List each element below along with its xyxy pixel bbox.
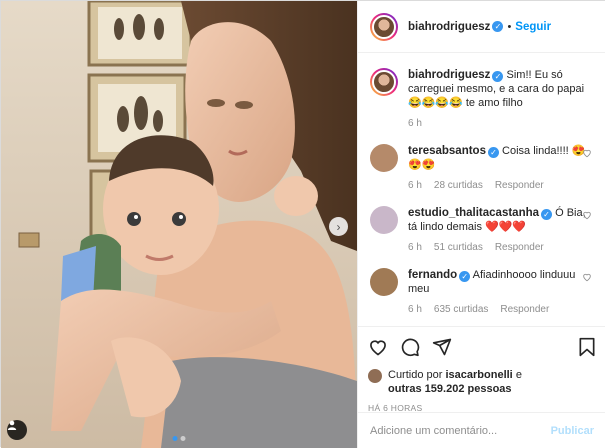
- comment-meta: 6 h 28 curtidas Responder: [408, 180, 605, 191]
- liked-by-prefix: Curtido por: [388, 369, 443, 381]
- comments-list[interactable]: biahrodriguesz ✓ Sim!! Eu só carreguei me…: [358, 54, 605, 326]
- post-sidebar: biahrodriguesz ✓ • Seguir biahrodriguesz…: [357, 1, 605, 448]
- carousel-dot-1: [172, 436, 178, 441]
- carousel-dot-2: [180, 436, 186, 441]
- comment-likes[interactable]: 28 curtidas: [434, 180, 483, 191]
- author-avatar[interactable]: [370, 12, 398, 41]
- caption-text: biahrodriguesz ✓ Sim!! Eu só carreguei me…: [408, 68, 605, 110]
- comment-item: fernando ✓ Afiadinhoooo linduuu meu 6 h 6…: [370, 268, 594, 315]
- save-bookmark-icon[interactable]: [578, 337, 596, 357]
- add-comment-bar: Publicar: [358, 412, 605, 448]
- reply-button[interactable]: Responder: [495, 242, 544, 253]
- action-bar: [368, 335, 596, 359]
- verified-badge-icon: ✓: [487, 147, 499, 158]
- comment-username[interactable]: estudio_thalitacastanha: [408, 207, 539, 219]
- caption-meta: 6 h: [408, 118, 605, 129]
- comment-bubble-icon[interactable]: [400, 337, 420, 357]
- commenter-avatar[interactable]: [370, 268, 398, 296]
- commenter-avatar[interactable]: [370, 144, 398, 172]
- separator-dot: •: [507, 20, 512, 33]
- commenter-avatar[interactable]: [370, 206, 398, 234]
- publish-button[interactable]: Publicar: [551, 425, 594, 437]
- follow-button[interactable]: Seguir: [515, 21, 551, 33]
- caption-avatar[interactable]: [370, 68, 398, 96]
- comment-username[interactable]: teresabsantos: [408, 145, 486, 157]
- next-photo-button[interactable]: ›: [329, 217, 348, 236]
- liked-by-user[interactable]: isacarbonelli: [445, 369, 512, 381]
- verified-badge-icon: ✓: [492, 21, 504, 32]
- liked-by: Curtido por isacarbonelli e outras 159.2…: [368, 368, 596, 396]
- liked-by-others[interactable]: outras 159.202 pessoas: [388, 383, 512, 395]
- comment-time: 6 h: [408, 242, 422, 253]
- carousel-indicator: [172, 436, 186, 441]
- verified-badge-icon: ✓: [459, 271, 471, 282]
- like-heart-icon[interactable]: [368, 337, 388, 357]
- comment-meta: 6 h 635 curtidas Responder: [408, 304, 605, 315]
- comment-text: fernando ✓ Afiadinhoooo linduuu meu: [408, 268, 605, 296]
- comment-username[interactable]: fernando: [408, 269, 457, 281]
- photo-illustration: [1, 1, 357, 448]
- liked-by-middle: e: [515, 369, 522, 381]
- comment-time: 6 h: [408, 304, 422, 315]
- comment-input[interactable]: [370, 424, 551, 437]
- caption-time: 6 h: [408, 118, 422, 129]
- comment-item: estudio_thalitacastanha ✓ Ó Bia, tá lindo…: [370, 206, 594, 253]
- comment-likes[interactable]: 635 curtidas: [434, 304, 488, 315]
- comment-text: teresabsantos ✓ Coisa linda!!!! 😍😍😍: [408, 144, 605, 172]
- reply-button[interactable]: Responder: [495, 180, 544, 191]
- caption: biahrodriguesz ✓ Sim!! Eu só carreguei me…: [370, 68, 594, 129]
- share-send-icon[interactable]: [432, 337, 452, 357]
- post-header: biahrodriguesz ✓ • Seguir: [358, 1, 605, 53]
- comment-meta: 6 h 51 curtidas Responder: [408, 242, 605, 253]
- tagged-user-icon[interactable]: [7, 420, 27, 440]
- caption-username[interactable]: biahrodriguesz: [408, 69, 490, 81]
- like-comment-heart-icon[interactable]: [582, 210, 592, 220]
- post-photo[interactable]: ›: [1, 1, 357, 448]
- comment-item: teresabsantos ✓ Coisa linda!!!! 😍😍😍 6 h 2…: [370, 144, 594, 191]
- like-comment-heart-icon[interactable]: [582, 272, 592, 282]
- post-actions: Curtido por isacarbonelli e outras 159.2…: [358, 326, 605, 413]
- like-comment-heart-icon[interactable]: [582, 148, 592, 158]
- liker-avatar[interactable]: [368, 369, 382, 383]
- comment-text: estudio_thalitacastanha ✓ Ó Bia, tá lindo…: [408, 206, 605, 234]
- comment-time: 6 h: [408, 180, 422, 191]
- verified-badge-icon: ✓: [541, 209, 553, 220]
- reply-button[interactable]: Responder: [500, 304, 549, 315]
- author-username[interactable]: biahrodriguesz: [408, 21, 490, 33]
- instagram-post: › biahrodriguesz ✓ • Seguir biahrodrigue…: [0, 0, 605, 448]
- verified-badge-icon: ✓: [492, 71, 504, 82]
- comment-likes[interactable]: 51 curtidas: [434, 242, 483, 253]
